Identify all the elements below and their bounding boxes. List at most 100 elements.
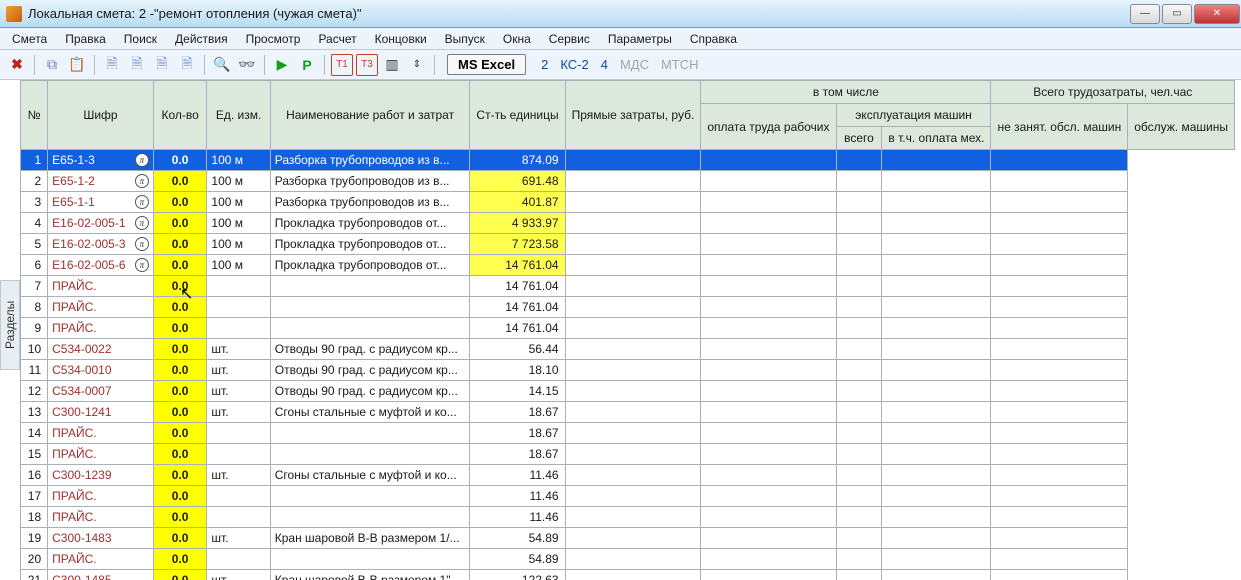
cell-rn[interactable]: 6	[21, 255, 48, 276]
cell-rn[interactable]: 16	[21, 465, 48, 486]
cell-empty[interactable]	[882, 381, 991, 402]
cell-empty[interactable]	[882, 150, 991, 171]
cell-qty[interactable]: 0.0	[153, 528, 207, 549]
cell-cost[interactable]: 11.46	[470, 507, 565, 528]
cell-empty[interactable]	[836, 465, 882, 486]
cell-name[interactable]: Отводы 90 град. с радиусом кр...	[270, 360, 470, 381]
cell-unit[interactable]: шт.	[207, 360, 270, 381]
col-direct[interactable]: Прямые затраты, руб.	[565, 81, 701, 150]
cell-qty[interactable]: 0.0	[153, 549, 207, 570]
cell-empty[interactable]	[882, 444, 991, 465]
cell-empty[interactable]	[701, 528, 836, 549]
table-row[interactable]: 8ПРАЙС.0.014 761.04	[21, 297, 1235, 318]
cell-empty[interactable]	[991, 255, 1128, 276]
cell-empty[interactable]	[565, 528, 701, 549]
cell-code[interactable]: ПРАЙС.	[48, 318, 154, 339]
cell-empty[interactable]	[565, 444, 701, 465]
toolbar-link-4[interactable]: 4	[595, 57, 614, 72]
cell-qty[interactable]: 0.0	[153, 318, 207, 339]
search-icon[interactable]: 🔍	[211, 54, 233, 76]
cell-empty[interactable]	[565, 423, 701, 444]
cell-name[interactable]: Сгоны стальные с муфтой и ко...	[270, 465, 470, 486]
cell-empty[interactable]	[882, 255, 991, 276]
cell-cost[interactable]: 14 761.04	[470, 318, 565, 339]
menu-6[interactable]: Концовки	[367, 30, 435, 48]
cell-empty[interactable]	[836, 213, 882, 234]
cell-qty[interactable]: 0.0	[153, 360, 207, 381]
cell-empty[interactable]	[882, 465, 991, 486]
delete-icon[interactable]: ✖	[6, 54, 28, 76]
col-totlab[interactable]: Всего трудозатраты, чел.час	[991, 81, 1235, 104]
table-row[interactable]: 5Е16-02-005-3 π0.0100 мПрокладка трубопр…	[21, 234, 1235, 255]
cell-name[interactable]: Сгоны стальные с муфтой и ко...	[270, 402, 470, 423]
cell-rn[interactable]: 3	[21, 192, 48, 213]
cell-empty[interactable]	[565, 255, 701, 276]
cell-code[interactable]: С300-1483	[48, 528, 154, 549]
cell-empty[interactable]	[701, 486, 836, 507]
cell-rn[interactable]: 21	[21, 570, 48, 580]
paste-icon[interactable]: 📋	[66, 54, 88, 76]
cell-cost[interactable]: 122.63	[470, 570, 565, 580]
cell-cost[interactable]: 11.46	[470, 465, 565, 486]
cell-empty[interactable]	[565, 318, 701, 339]
cell-cost[interactable]: 691.48	[470, 171, 565, 192]
binoculars-icon[interactable]: 👓	[236, 54, 258, 76]
cell-empty[interactable]	[991, 339, 1128, 360]
cell-empty[interactable]	[991, 360, 1128, 381]
table-row[interactable]: 7ПРАЙС.0.014 761.04	[21, 276, 1235, 297]
cell-rn[interactable]: 20	[21, 549, 48, 570]
cell-empty[interactable]	[701, 213, 836, 234]
menu-7[interactable]: Выпуск	[437, 30, 493, 48]
col-code[interactable]: Шифр	[48, 81, 154, 150]
cell-code[interactable]: ПРАЙС.	[48, 297, 154, 318]
toolbar-link-2[interactable]: 2	[535, 57, 554, 72]
cell-empty[interactable]	[701, 423, 836, 444]
cell-rn[interactable]: 5	[21, 234, 48, 255]
col-incl[interactable]: в том числе	[701, 81, 991, 104]
close-button[interactable]: ✕	[1194, 4, 1240, 24]
cell-cost[interactable]: 401.87	[470, 192, 565, 213]
cell-qty[interactable]: 0.0	[153, 234, 207, 255]
sections-tab[interactable]: Разделы	[0, 280, 20, 370]
cell-empty[interactable]	[836, 444, 882, 465]
cell-unit[interactable]	[207, 297, 270, 318]
cell-code[interactable]: С534-0022	[48, 339, 154, 360]
cell-rn[interactable]: 19	[21, 528, 48, 549]
cell-empty[interactable]	[836, 549, 882, 570]
doc2-icon[interactable]: 🗎	[126, 54, 148, 76]
cell-empty[interactable]	[991, 234, 1128, 255]
cell-code[interactable]: ПРАЙС.	[48, 486, 154, 507]
cell-name[interactable]	[270, 486, 470, 507]
cell-empty[interactable]	[565, 486, 701, 507]
cell-unit[interactable]: шт.	[207, 465, 270, 486]
grid-scroll[interactable]: № Шифр Кол-во Ед. изм. Наименование рабо…	[20, 80, 1235, 580]
cell-name[interactable]: Кран шаровой В-В размером 1/...	[270, 528, 470, 549]
cell-empty[interactable]	[882, 192, 991, 213]
menu-9[interactable]: Сервис	[541, 30, 598, 48]
col-num[interactable]: №	[21, 81, 48, 150]
cell-unit[interactable]: 100 м	[207, 213, 270, 234]
col-qty[interactable]: Кол-во	[153, 81, 207, 150]
cell-rn[interactable]: 2	[21, 171, 48, 192]
cell-unit[interactable]	[207, 486, 270, 507]
cell-name[interactable]	[270, 507, 470, 528]
col-mach[interactable]: эксплуатация машин	[836, 104, 991, 127]
t1-icon[interactable]: T1	[331, 54, 353, 76]
cell-rn[interactable]: 1	[21, 150, 48, 171]
col-mach-pay[interactable]: в т.ч. оплата мех.	[882, 127, 991, 150]
cell-code[interactable]: ПРАЙС.	[48, 549, 154, 570]
cell-code[interactable]: С534-0010	[48, 360, 154, 381]
cell-code[interactable]: Е65-1-3 π	[48, 150, 154, 171]
cell-cost[interactable]: 874.09	[470, 150, 565, 171]
cell-code[interactable]: ПРАЙС.	[48, 423, 154, 444]
cell-empty[interactable]	[836, 297, 882, 318]
maximize-button[interactable]: ▭	[1162, 4, 1192, 24]
cell-empty[interactable]	[882, 486, 991, 507]
cell-name[interactable]: Отводы 90 град. с радиусом кр...	[270, 381, 470, 402]
cell-rn[interactable]: 14	[21, 423, 48, 444]
cell-code[interactable]: Е16-02-005-6 π	[48, 255, 154, 276]
cell-code[interactable]: Е16-02-005-1 π	[48, 213, 154, 234]
cell-empty[interactable]	[836, 339, 882, 360]
cell-empty[interactable]	[836, 255, 882, 276]
sort-icon[interactable]: ⇕	[406, 54, 428, 76]
